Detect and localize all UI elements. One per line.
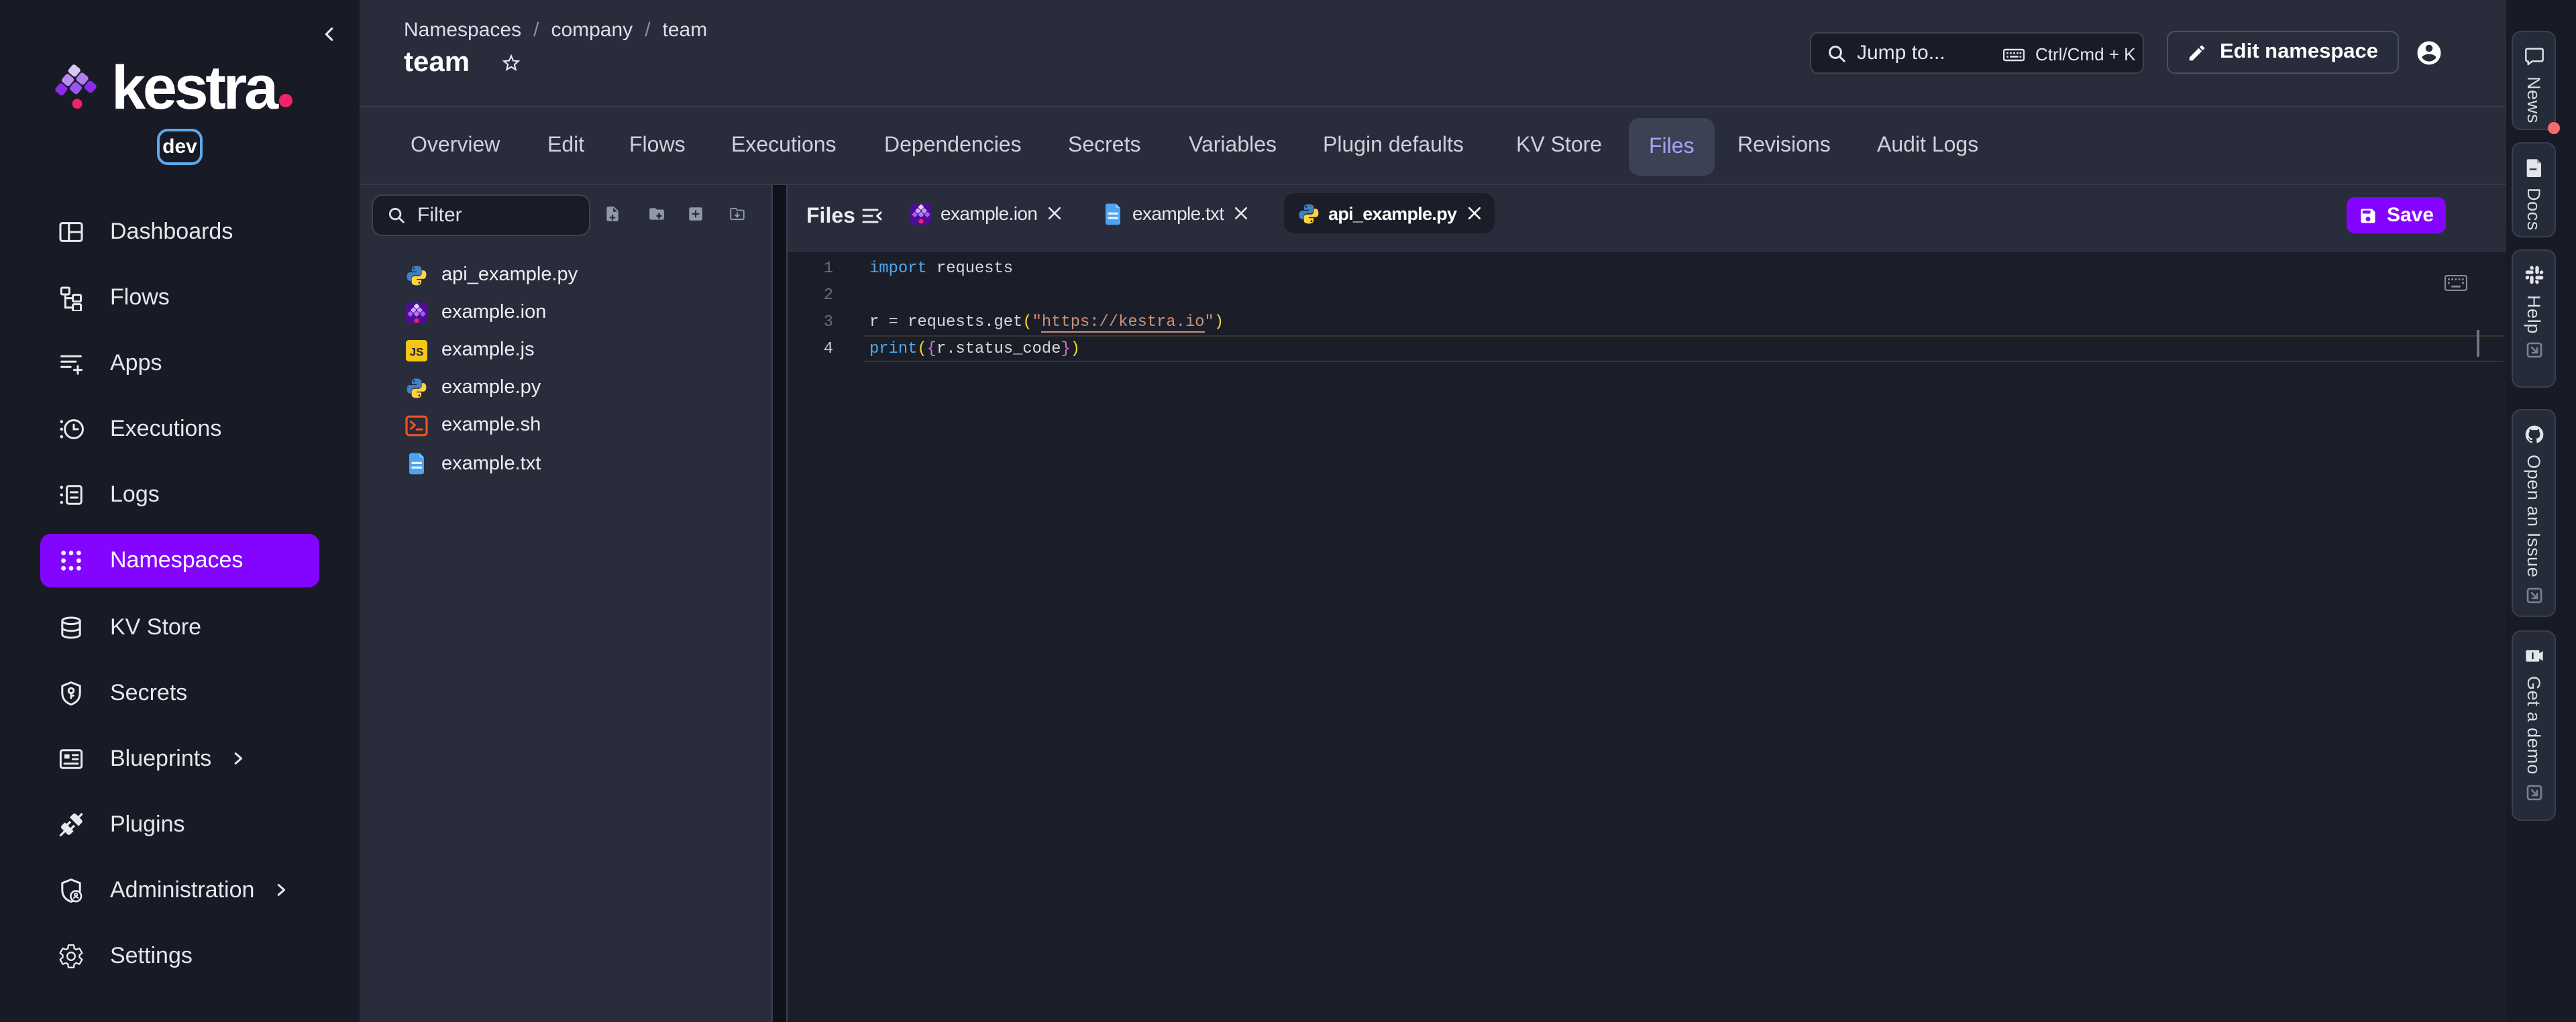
svg-text:JS: JS <box>410 345 424 358</box>
